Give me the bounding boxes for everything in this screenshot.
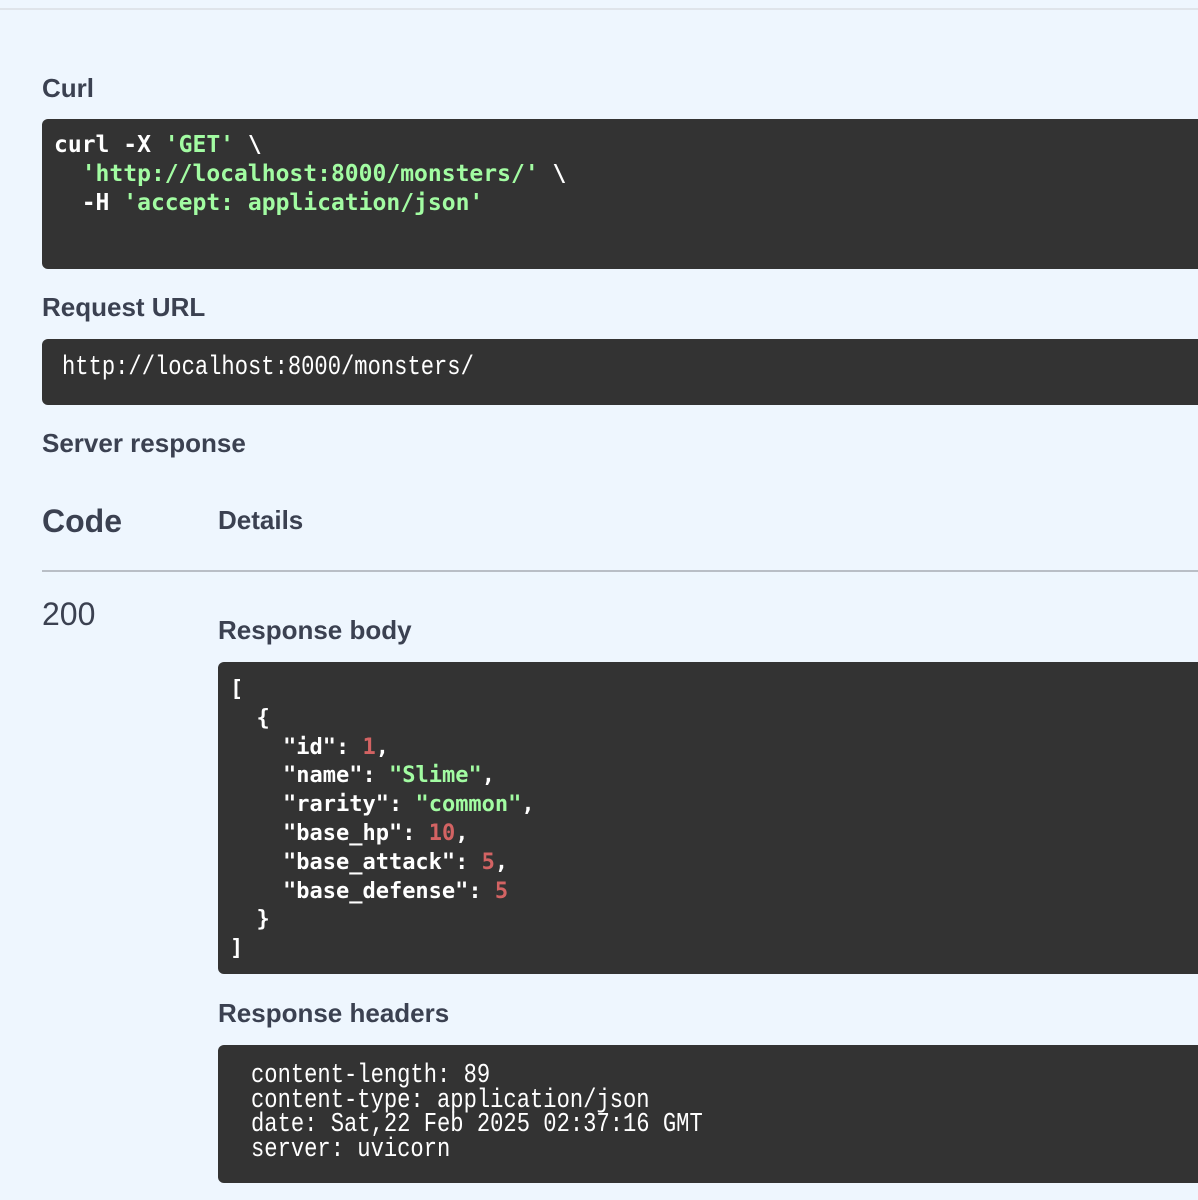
json-key: "rarity" [282, 792, 389, 818]
json-field-line: "base_hp": 10, [282, 820, 469, 846]
header-line: server: uvicorn [251, 1134, 451, 1165]
response-headers-title: Response headers [218, 998, 450, 1028]
json-key: "id" [282, 734, 336, 760]
curl-line1-suffix: \ [234, 132, 262, 158]
json-key: "base_attack" [282, 849, 456, 875]
curl-line2-suffix: \ [538, 161, 567, 187]
json-key: "base_defense" [282, 878, 469, 904]
curl-cmd-prefix: curl -X [54, 132, 165, 158]
curl-method: 'GET' [164, 132, 235, 158]
curl-line3-prefix: -H [54, 190, 124, 216]
json-field-line: "id": 1, [282, 734, 389, 760]
json-close-bracket: ] [230, 936, 244, 962]
request-url-value: http://localhost:8000/monsters/ [62, 353, 474, 383]
request-url-title: Request URL [42, 292, 206, 322]
curl-url: 'http://localhost:8000/monsters/' [81, 161, 539, 187]
request-url-block[interactable]: http://localhost:8000/monsters/ [42, 339, 1198, 405]
table-divider [42, 570, 1198, 572]
curl-code-block[interactable]: curl -X 'GET' \ 'http://localhost:8000/m… [42, 119, 1198, 269]
server-response-title: Server response [42, 428, 246, 458]
json-value: "common" [415, 792, 522, 818]
status-code: 200 [42, 596, 96, 632]
json-field-line: "rarity": "common", [282, 792, 535, 818]
response-body-block[interactable]: [ { "id": 1, "name": "Slime", "rarity": … [218, 662, 1198, 974]
json-value: 5 [481, 849, 495, 875]
curl-accept-header: 'accept: application/json' [123, 190, 484, 216]
curl-title: Curl [42, 73, 94, 103]
response-body-title: Response body [218, 615, 412, 645]
json-open-brace: { [230, 705, 270, 731]
curl-line2-indent [54, 161, 82, 187]
json-value: "Slime" [388, 763, 482, 789]
top-border [0, 0, 1198, 10]
details-column-header: Details [218, 505, 304, 535]
json-key: "base_hp" [282, 820, 403, 846]
code-column-header: Code [42, 503, 122, 539]
json-value: 1 [362, 734, 376, 760]
json-key: "name" [282, 763, 363, 789]
json-field-line: "base_defense": 5 [282, 878, 509, 904]
json-value: 5 [494, 878, 509, 904]
response-headers-block[interactable]: content-length: 89 content-type: applica… [218, 1045, 1198, 1183]
json-fields: "id": 1, "name": "Slime", "rarity": "com… [230, 735, 535, 904]
json-field-line: "base_attack": 5, [282, 849, 509, 875]
json-value: 10 [428, 820, 456, 846]
json-open-bracket: [ [230, 677, 244, 702]
json-close-brace: } [230, 907, 270, 933]
json-field-line: "name": "Slime", [282, 763, 495, 789]
